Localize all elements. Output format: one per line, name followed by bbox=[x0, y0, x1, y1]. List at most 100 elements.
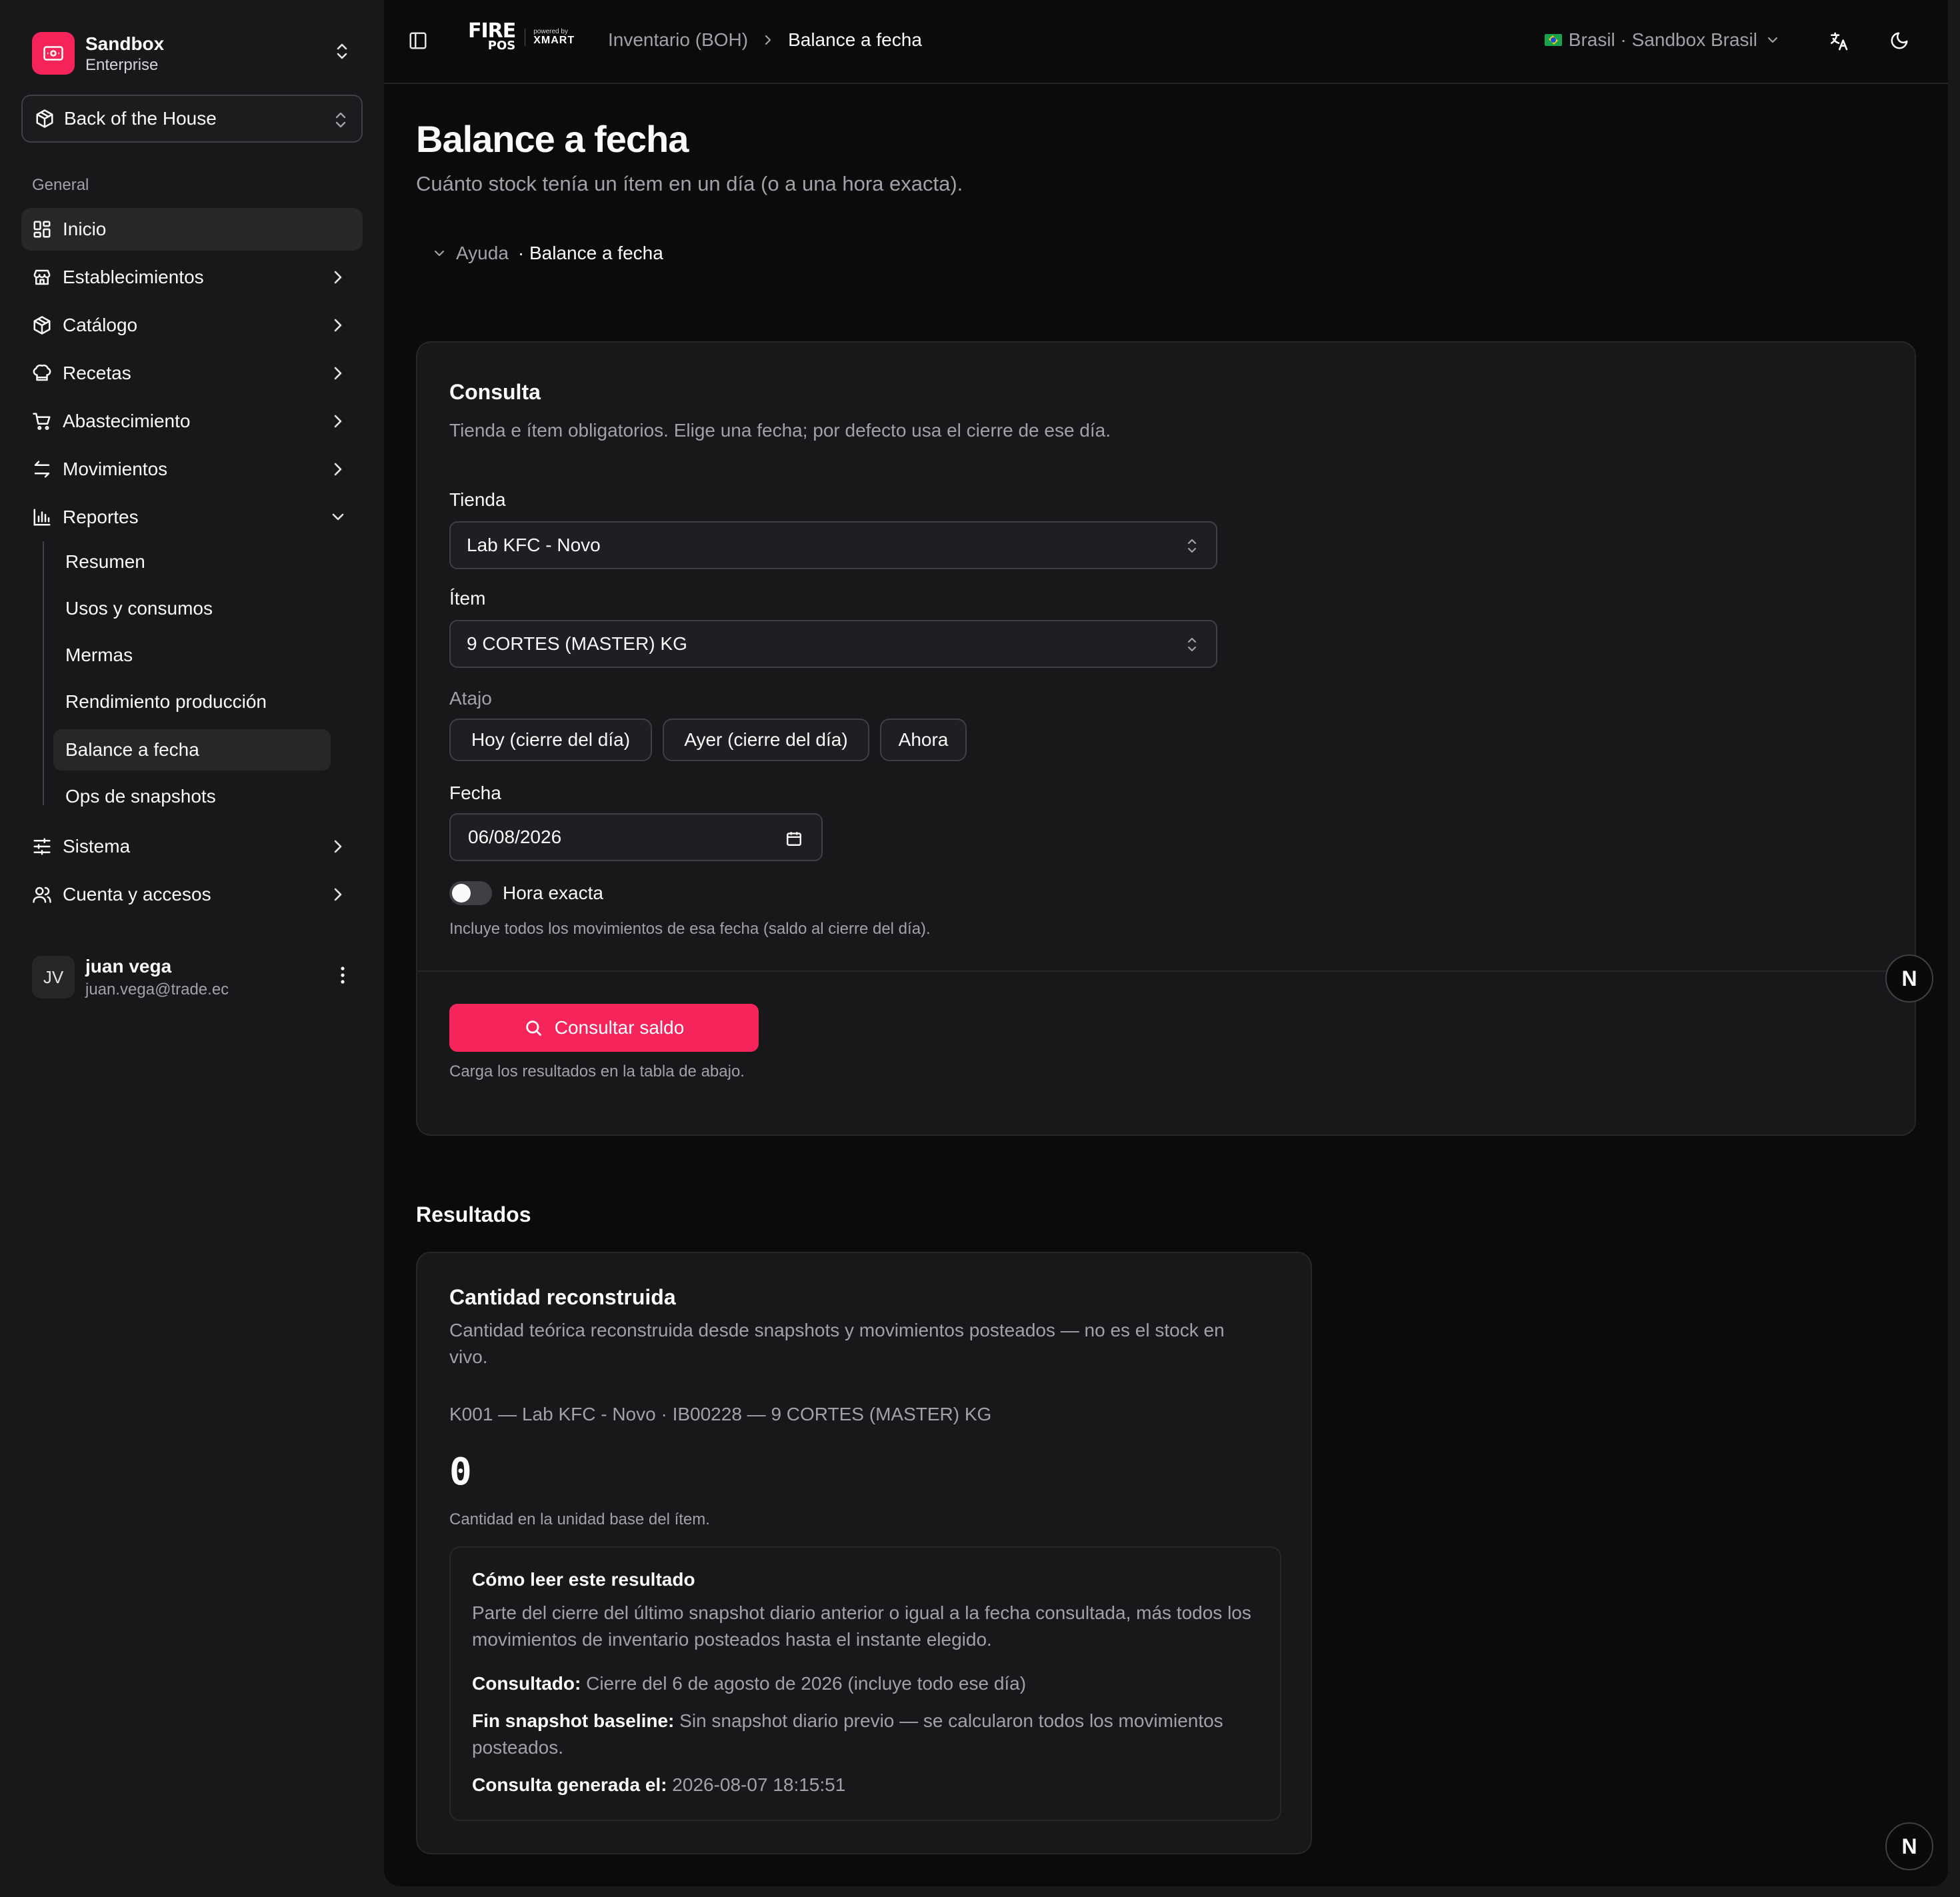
generated-value: 2026-08-07 18:15:51 bbox=[672, 1774, 846, 1795]
team-switcher[interactable]: Sandbox Enterprise bbox=[21, 19, 368, 88]
nav-group-label: General bbox=[32, 176, 89, 194]
chevron-down-icon bbox=[1765, 32, 1780, 48]
n-badge-icon[interactable]: N bbox=[1885, 954, 1933, 1002]
sidebar-item-cuenta-accesos[interactable]: Cuenta y accesos bbox=[21, 873, 363, 916]
generated-row: Consulta generada el: 2026-08-07 18:15:5… bbox=[472, 1772, 1265, 1798]
explanation-text: Parte del cierre del último snapshot dia… bbox=[472, 1602, 1251, 1650]
sidebar-item-catalogo[interactable]: Catálogo bbox=[21, 304, 363, 347]
submit-hint: Carga los resultados en la tabla de abaj… bbox=[449, 1062, 745, 1080]
store-select-value: Lab KFC - Novo bbox=[467, 535, 601, 555]
breadcrumb-link[interactable]: Inventario (BOH) bbox=[608, 29, 748, 51]
exact-time-toggle[interactable] bbox=[449, 881, 492, 905]
store-select[interactable]: Lab KFC - Novo bbox=[449, 521, 1217, 569]
language-icon[interactable] bbox=[1828, 31, 1849, 52]
brand-logo: FIRE POS powered by XMART bbox=[468, 21, 575, 52]
chevron-right-icon bbox=[329, 412, 347, 431]
user-menu[interactable]: JV juan vega juan.vega@trade.ec bbox=[21, 945, 363, 1009]
consulted-label: Consultado: bbox=[472, 1673, 581, 1694]
store-icon bbox=[32, 267, 52, 287]
region-label: Brasil · Sandbox Brasil bbox=[1568, 29, 1757, 50]
chevron-right-icon bbox=[329, 268, 347, 287]
shortcut-yesterday-button[interactable]: Ayer (cierre del día) bbox=[663, 719, 869, 761]
help-label: Ayuda bbox=[456, 243, 509, 263]
results-card-description: Cantidad teórica reconstruida desde snap… bbox=[449, 1320, 1225, 1367]
result-explanation-box: Cómo leer este resultado Parte del cierr… bbox=[449, 1546, 1281, 1821]
sidebar-subitem-ops-snapshots[interactable]: Ops de snapshots bbox=[53, 776, 331, 817]
chevron-down-icon bbox=[329, 508, 347, 527]
date-value: 06/08/2026 bbox=[468, 827, 562, 847]
more-vertical-icon[interactable] bbox=[340, 965, 345, 985]
region-selector[interactable]: Brasil · Sandbox Brasil bbox=[1544, 29, 1780, 51]
sidebar-item-sistema[interactable]: Sistema bbox=[21, 825, 363, 868]
avatar: JV bbox=[32, 956, 75, 998]
date-label: Fecha bbox=[449, 783, 501, 803]
chevron-right-icon bbox=[329, 316, 347, 335]
shortcut-now-button[interactable]: Ahora bbox=[880, 719, 967, 761]
chevron-down-icon bbox=[432, 246, 447, 261]
brand-xmart: XMART bbox=[533, 35, 575, 46]
consulted-row: Consultado: Cierre del 6 de agosto de 20… bbox=[472, 1670, 1265, 1697]
brazil-flag-icon bbox=[1544, 34, 1562, 46]
topbar: FIRE POS powered by XMART Inventario (BO… bbox=[384, 0, 1948, 84]
chevron-right-icon bbox=[329, 837, 347, 856]
sidebar-toggle-icon[interactable] bbox=[408, 31, 428, 51]
consult-balance-label: Consultar saldo bbox=[554, 1017, 685, 1038]
breadcrumb-current: Balance a fecha bbox=[788, 29, 922, 50]
cart-icon bbox=[32, 411, 52, 431]
users-icon bbox=[32, 885, 52, 905]
card-divider bbox=[417, 970, 1915, 972]
package-icon bbox=[32, 315, 52, 335]
consult-balance-button[interactable]: Consultar saldo bbox=[449, 1004, 759, 1052]
sidebar-item-label: Sistema bbox=[63, 836, 131, 857]
breadcrumb: Inventario (BOH) Balance a fecha bbox=[608, 29, 922, 51]
page-subtitle: Cuánto stock tenía un ítem en un día (o … bbox=[416, 172, 963, 195]
user-name: juan vega bbox=[85, 956, 172, 977]
sidebar-subitem-mermas[interactable]: Mermas bbox=[53, 635, 331, 676]
chevron-right-icon bbox=[763, 32, 773, 48]
main-panel: FIRE POS powered by XMART Inventario (BO… bbox=[384, 0, 1948, 1886]
sidebar-item-recetas[interactable]: Recetas bbox=[21, 352, 363, 395]
result-identifier: K001 — Lab KFC - Novo · IB00228 — 9 CORT… bbox=[449, 1404, 992, 1424]
store-label: Tienda bbox=[449, 489, 506, 510]
moon-icon[interactable] bbox=[1889, 31, 1909, 51]
sidebar-subitem-usos-consumos[interactable]: Usos y consumos bbox=[53, 588, 331, 629]
n-badge-icon[interactable]: N bbox=[1885, 1822, 1933, 1870]
calendar-icon[interactable] bbox=[785, 829, 803, 848]
sidebar-item-abastecimiento[interactable]: Abastecimiento bbox=[21, 400, 363, 443]
baseline-label: Fin snapshot baseline: bbox=[472, 1710, 675, 1731]
results-card-title: Cantidad reconstruida bbox=[449, 1285, 676, 1309]
user-email: juan.vega@trade.ec bbox=[85, 980, 229, 998]
sidebar-subitem-balance-a-fecha[interactable]: Balance a fecha bbox=[53, 729, 331, 771]
item-select[interactable]: 9 CORTES (MASTER) KG bbox=[449, 620, 1217, 668]
help-topic: · Balance a fecha bbox=[517, 243, 663, 263]
sidebar-item-inicio[interactable]: Inicio bbox=[21, 208, 363, 251]
item-label: Ítem bbox=[449, 588, 486, 609]
sidebar-item-label: Establecimientos bbox=[63, 267, 204, 287]
exact-time-hint: Incluye todos los movimientos de esa fec… bbox=[449, 920, 931, 938]
sidebar-item-establecimientos[interactable]: Establecimientos bbox=[21, 256, 363, 299]
sidebar-subitem-rendimiento-produccion[interactable]: Rendimiento producción bbox=[53, 681, 331, 723]
help-toggle[interactable]: Ayuda · Balance a fecha bbox=[432, 243, 663, 264]
shortcut-today-button[interactable]: Hoy (cierre del día) bbox=[449, 719, 652, 761]
search-icon bbox=[524, 1018, 543, 1037]
sidebar-item-label: Inicio bbox=[63, 219, 107, 239]
sidebar-item-movimientos[interactable]: Movimientos bbox=[21, 448, 363, 491]
sidebar-subitem-resumen[interactable]: Resumen bbox=[53, 541, 331, 583]
date-input[interactable]: 06/08/2026 bbox=[449, 813, 823, 861]
item-select-value: 9 CORTES (MASTER) KG bbox=[467, 633, 687, 654]
baseline-row: Fin snapshot baseline: Sin snapshot diar… bbox=[472, 1708, 1265, 1761]
chevron-right-icon bbox=[329, 460, 347, 479]
team-plan: Enterprise bbox=[85, 55, 159, 74]
explanation-title: Cómo leer este resultado bbox=[472, 1569, 695, 1590]
sidebar-item-reportes[interactable]: Reportes bbox=[21, 496, 363, 539]
chevrons-up-down-icon bbox=[1185, 537, 1199, 555]
sidebar-item-label: Reportes bbox=[63, 507, 139, 527]
chevrons-up-down-icon bbox=[333, 111, 348, 129]
sidebar-item-label: Cuenta y accesos bbox=[63, 884, 211, 905]
result-quantity-hint: Cantidad en la unidad base del ítem. bbox=[449, 1510, 710, 1528]
team-logo-icon bbox=[32, 32, 75, 75]
chef-hat-icon bbox=[32, 363, 52, 383]
context-selector[interactable]: Back of the House bbox=[21, 95, 363, 143]
dashboard-icon bbox=[32, 219, 52, 239]
query-card-description: Tienda e ítem obligatorios. Elige una fe… bbox=[449, 420, 1111, 441]
